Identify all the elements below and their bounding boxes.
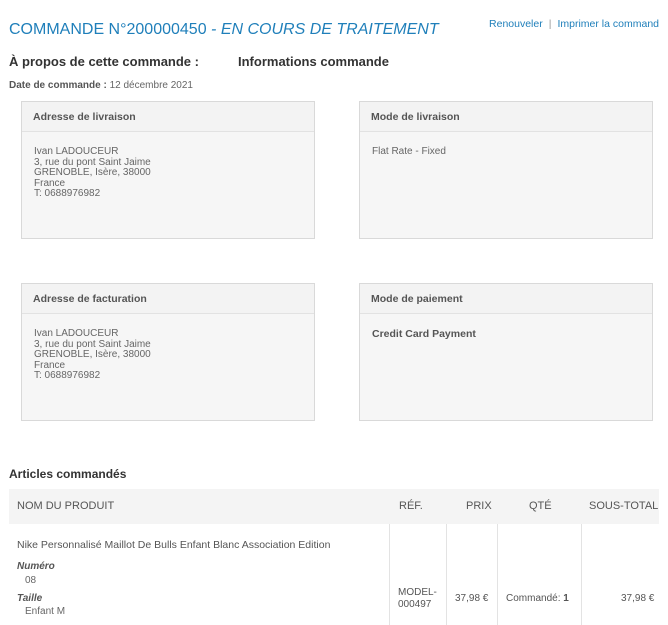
- column-header-ref: RÉF.: [399, 500, 423, 512]
- product-price: 37,98 €: [455, 593, 489, 604]
- shipping-address-body: Ivan LADOUCEUR 3, rue du pont Saint Jaim…: [22, 132, 314, 215]
- shipping-address-box: Adresse de livraison Ivan LADOUCEUR 3, r…: [21, 101, 315, 239]
- product-ref: MODEL- 000497: [398, 587, 437, 611]
- product-subtotal: 37,98 €: [621, 593, 655, 604]
- shipping-method-value: Flat Rate - Fixed: [372, 146, 446, 157]
- column-divider: [446, 524, 447, 625]
- column-divider: [581, 524, 582, 625]
- product-ref-line: 000497: [398, 599, 432, 610]
- billing-address-box: Adresse de facturation Ivan LADOUCEUR 3,…: [21, 283, 315, 421]
- address-line: GRENOBLE, Isère, 38000: [34, 167, 151, 178]
- column-divider: [389, 524, 390, 625]
- billing-address-title: Adresse de facturation: [22, 284, 314, 314]
- qty-value: 1: [563, 593, 569, 604]
- order-date: Date de commande : 12 décembre 2021: [9, 80, 193, 91]
- order-date-value: 12 décembre 2021: [106, 80, 193, 91]
- product-name: Nike Personnalisé Maillot De Bulls Enfan…: [17, 539, 331, 551]
- shipping-method-box: Mode de livraison Flat Rate - Fixed: [359, 101, 653, 239]
- address-phone: T: 0688976982: [34, 188, 101, 199]
- product-ref-line: MODEL-: [398, 587, 437, 598]
- product-qty: Commandé: 1: [506, 593, 569, 604]
- column-header-price: PRIX: [466, 500, 492, 512]
- order-number: COMMANDE N°200000450: [9, 21, 207, 38]
- order-info-heading: Informations commande: [238, 54, 389, 69]
- shipping-method-title: Mode de livraison: [360, 102, 652, 132]
- column-header-qty: QTÉ: [529, 500, 552, 512]
- billing-address-body: Ivan LADOUCEUR 3, rue du pont Saint Jaim…: [22, 314, 314, 397]
- address-line: Ivan LADOUCEUR: [34, 328, 119, 339]
- about-order-heading: À propos de cette commande :: [9, 54, 199, 69]
- address-line: Ivan LADOUCEUR: [34, 146, 119, 157]
- column-header-subtotal: SOUS-TOTAL: [589, 500, 659, 512]
- column-divider: [497, 524, 498, 625]
- payment-method-title: Mode de paiement: [360, 284, 652, 314]
- page-title: COMMANDE N°200000450 - EN COURS DE TRAIT…: [9, 21, 439, 39]
- address-phone: T: 0688976982: [34, 370, 101, 381]
- option-value-size: Enfant M: [25, 606, 66, 617]
- option-value-number: 08: [25, 575, 37, 586]
- order-date-label: Date de commande :: [9, 80, 107, 91]
- items-table: NOM DU PRODUIT RÉF. PRIX QTÉ SOUS-TOTAL …: [9, 489, 659, 625]
- shipping-method-body: Flat Rate - Fixed: [360, 132, 652, 173]
- table-row: Nike Personnalisé Maillot De Bulls Enfan…: [9, 524, 659, 625]
- items-ordered-heading: Articles commandés: [9, 467, 127, 481]
- reorder-link[interactable]: Renouveler: [489, 18, 543, 30]
- option-label-size: Taille: [17, 593, 43, 604]
- address-line: GRENOBLE, Isère, 38000: [34, 349, 151, 360]
- shipping-address-title: Adresse de livraison: [22, 102, 314, 132]
- items-table-header: NOM DU PRODUIT RÉF. PRIX QTÉ SOUS-TOTAL: [9, 489, 659, 524]
- column-header-name: NOM DU PRODUIT: [17, 500, 115, 512]
- order-actions: Renouveler | Imprimer la command: [489, 18, 659, 30]
- actions-separator: |: [548, 18, 552, 30]
- payment-method-body: Credit Card Payment: [360, 314, 652, 355]
- print-order-link[interactable]: Imprimer la command: [557, 18, 659, 30]
- payment-method-value: Credit Card Payment: [372, 328, 476, 340]
- qty-label: Commandé:: [506, 593, 564, 604]
- order-status: - EN COURS DE TRAITEMENT: [206, 21, 439, 38]
- payment-method-box: Mode de paiement Credit Card Payment: [359, 283, 653, 421]
- option-label-number: Numéro: [17, 561, 55, 572]
